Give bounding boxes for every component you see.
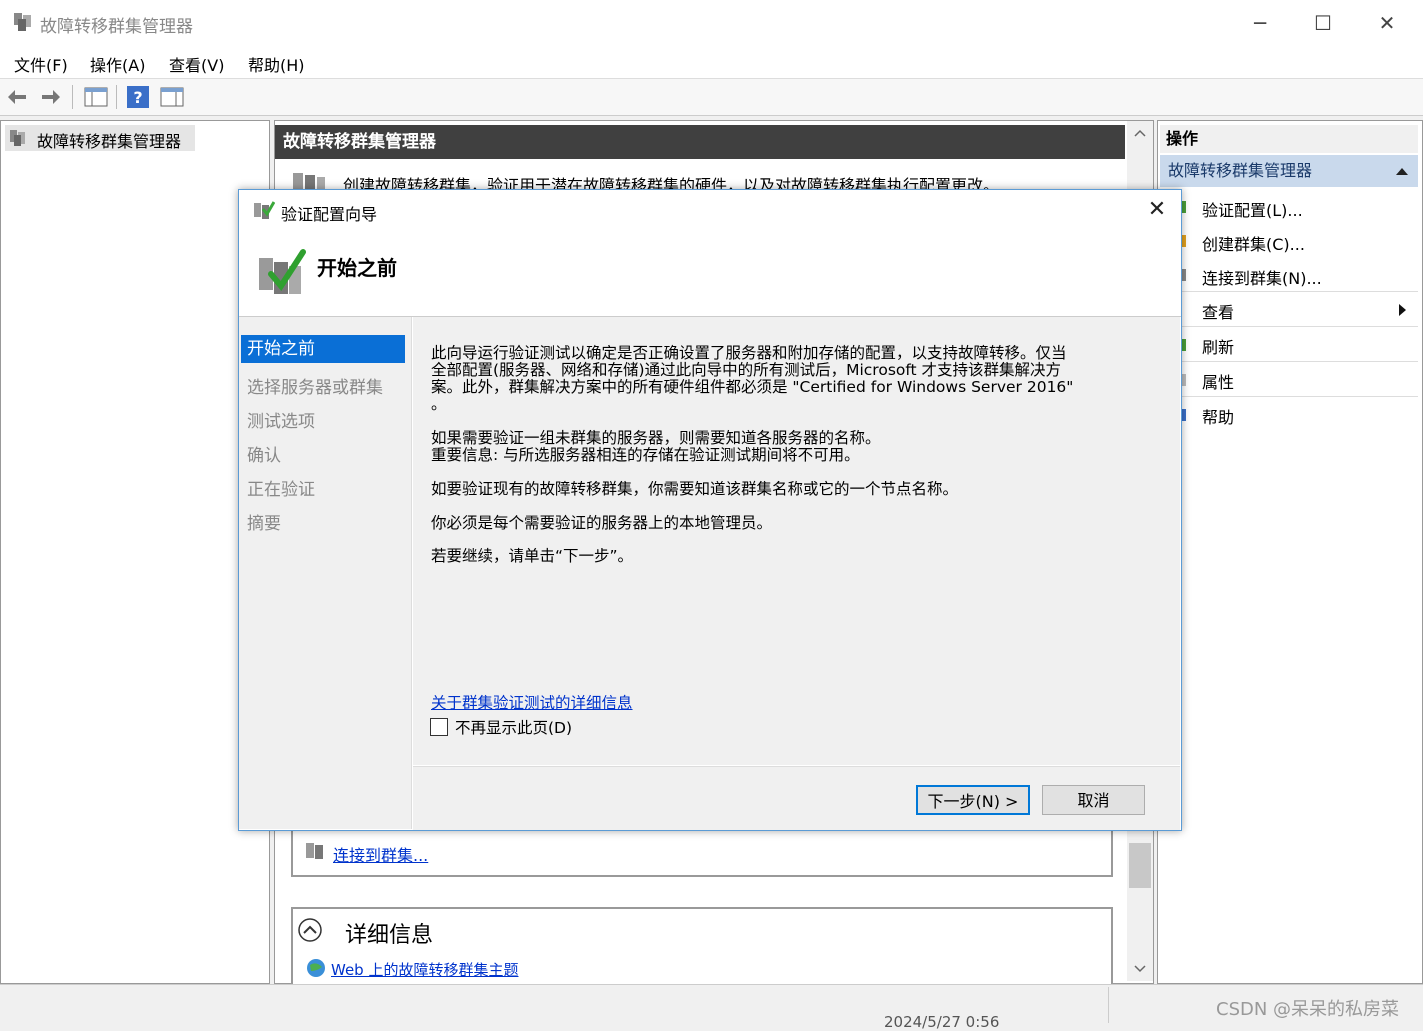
wizard-footer: 下一步(N) > 取消 [413,766,1180,830]
intro-paragraph-line2: 全部配置(服务器、网络和存储)通过此向导中的所有测试后，Microsoft 才支… [431,361,1062,379]
next-button[interactable]: 下一步(N) > [916,785,1030,815]
dont-show-label: 不再显示此页(D) [455,719,573,737]
window-title: 故障转移群集管理器 [40,17,193,37]
step-test-options: 测试选项 [247,412,315,432]
dont-show-checkbox[interactable] [430,718,448,736]
more-info-link[interactable]: 关于群集验证测试的详细信息 [431,691,633,713]
action-refresh[interactable]: 刷新 [1202,334,1234,358]
console-tree: 故障转移群集管理器 [0,120,270,984]
web-globe-icon [307,959,325,977]
back-arrow-icon[interactable] [6,85,30,109]
action-validate-config[interactable]: 验证配置(L)... [1202,197,1303,221]
action-divider [1160,361,1418,362]
connect-cluster-icon [306,843,323,859]
menu-file[interactable]: 文件(F) [14,52,68,76]
dialog-heading: 开始之前 [317,256,397,280]
step-confirm: 确认 [247,446,281,466]
step-summary: 摘要 [247,514,281,534]
action-divider [1160,291,1418,292]
step-before-you-begin[interactable]: 开始之前 [241,335,405,363]
center-header: 故障转移群集管理器 [275,125,1125,159]
actions-pane: 操作 故障转移群集管理器 验证配置(L)... 创建群集(C)... 连接到群集… [1157,120,1423,984]
actions-subheader-label: 故障转移群集管理器 [1168,161,1313,180]
minimize-button[interactable]: ─ [1230,6,1290,40]
wizard-title-icon [254,201,275,219]
action-properties[interactable]: 属性 [1202,369,1234,393]
wizard-content: 此向导运行验证测试以确定是否正确设置了服务器和附加存储的配置，以支持故障转移。仅… [413,317,1180,765]
dialog-close-button[interactable]: ✕ [1143,196,1171,224]
existing-cluster-paragraph: 如要验证现有的故障转移群集，你需要知道该群集名称或它的一个节点名称。 [431,480,959,498]
title-bar: 故障转移群集管理器 ─ ☐ ✕ [0,0,1423,44]
scrollbar-thumb[interactable] [1129,843,1151,888]
servers-paragraph-line2: 重要信息: 与所选服务器相连的存储在验证测试期间将不可用。 [431,446,860,464]
wizard-steps: 开始之前 选择服务器或群集 测试选项 确认 正在验证 摘要 [239,317,412,829]
continue-paragraph: 若要继续，请单击“下一步”。 [431,547,634,565]
action-view[interactable]: 查看 [1202,299,1234,323]
action-create-cluster[interactable]: 创建群集(C)... [1202,231,1305,255]
collapse-chevron-icon[interactable] [297,917,323,943]
toolbar-divider [72,85,73,109]
intro-paragraph-line4: 。 [431,395,447,413]
actions-subheader[interactable]: 故障转移群集管理器 [1160,155,1418,187]
show-hide-action-pane-icon[interactable] [160,85,184,109]
actions-header: 操作 [1160,125,1418,153]
action-divider [1160,326,1418,327]
toolbar: ? [0,79,1423,116]
menu-view[interactable]: 查看(V) [169,52,224,76]
status-divider [1108,987,1109,1023]
cluster-app-icon [14,13,31,31]
actions-box: 连接到群集... [291,829,1113,877]
cluster-icon [10,130,25,146]
menu-action[interactable]: 操作(A) [90,52,145,76]
tree-item-root[interactable]: 故障转移群集管理器 [5,125,195,151]
dialog-title: 验证配置向导 [281,205,378,224]
status-timestamp: 2024/5/27 0:56 [884,1013,1000,1031]
step-validating: 正在验证 [247,480,315,500]
servers-paragraph-line1: 如果需要验证一组未群集的服务器，则需要知道各服务器的名称。 [431,429,881,447]
intro-paragraph-line1: 此向导运行验证测试以确定是否正确设置了服务器和附加存储的配置，以支持故障转移。仅… [431,344,1067,362]
svg-text:?: ? [133,88,142,107]
step-select-servers: 选择服务器或群集 [247,378,383,398]
help-icon[interactable]: ? [126,85,150,109]
admin-paragraph: 你必须是每个需要验证的服务器上的本地管理员。 [431,514,773,532]
status-bar: 2024/5/27 0:56 CSDN @呆呆的私房菜 [0,984,1423,1031]
submenu-arrow-icon [1399,304,1406,316]
web-topics-link[interactable]: Web 上的故障转移群集主题 [331,959,518,980]
wizard-check-icon [259,249,306,294]
details-box: 详细信息 Web 上的故障转移群集主题 [291,907,1113,985]
toolbar-divider [116,85,117,109]
action-help[interactable]: 帮助 [1202,404,1234,428]
connect-to-cluster-link[interactable]: 连接到群集... [333,842,428,866]
forward-arrow-icon[interactable] [38,85,62,109]
tree-item-label: 故障转移群集管理器 [37,132,182,151]
show-hide-tree-icon[interactable] [84,85,108,109]
intro-paragraph-line3: 案。此外，群集解决方案中的所有硬件组件都必须是 "Certified for W… [431,378,1074,396]
validate-config-wizard: 验证配置向导 ✕ 开始之前 开始之前 选择服务器或群集 测试选项 确认 正在验证… [238,189,1182,831]
scroll-down-icon[interactable] [1134,965,1146,973]
menu-bar: 文件(F) 操作(A) 查看(V) 帮助(H) [0,44,1423,79]
action-divider [1160,396,1418,397]
details-title: 详细信息 [345,923,434,948]
scroll-up-icon[interactable] [1134,129,1146,137]
action-connect-cluster[interactable]: 连接到群集(N)... [1202,265,1322,289]
collapse-up-icon[interactable] [1396,167,1408,175]
maximize-button[interactable]: ☐ [1293,6,1353,40]
close-window-button[interactable]: ✕ [1357,6,1417,40]
menu-help[interactable]: 帮助(H) [248,52,305,76]
watermark: CSDN @呆呆的私房菜 [1216,999,1400,1020]
cancel-button[interactable]: 取消 [1042,785,1145,815]
